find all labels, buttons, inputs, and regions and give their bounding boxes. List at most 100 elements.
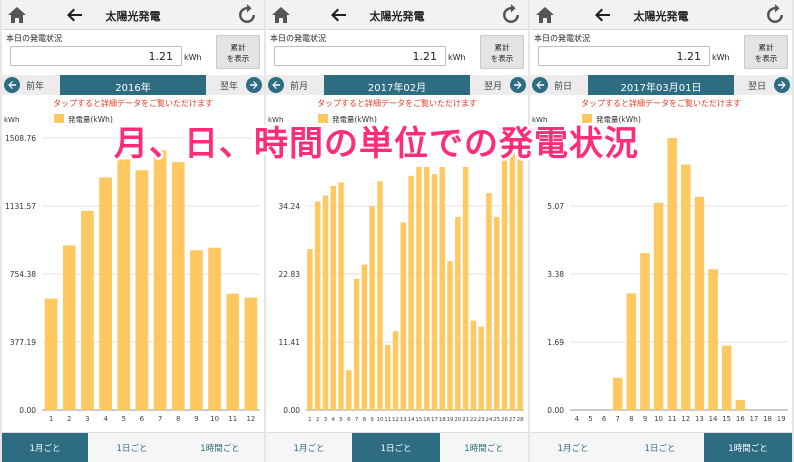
bar[interactable] [44, 298, 58, 410]
bar[interactable] [353, 278, 360, 410]
x-tick-label: 4 [103, 415, 108, 423]
prev-period-link[interactable]: 前年 [26, 79, 44, 92]
x-tick-label: 9 [643, 415, 647, 423]
current-period: 2017年02月 [324, 75, 470, 95]
bar[interactable] [626, 293, 637, 410]
bar[interactable] [385, 345, 391, 410]
bar[interactable] [377, 181, 383, 410]
tab-daily[interactable]: 1日ごと [616, 432, 704, 462]
next-period-link[interactable]: 翌日 [748, 79, 766, 92]
prev-period-link[interactable]: 前日 [554, 79, 572, 92]
tab-hourly[interactable]: 1時間ごと [176, 432, 264, 462]
bar[interactable] [369, 206, 375, 410]
bar[interactable] [99, 177, 112, 410]
y-tick-label: 34.24 [279, 202, 301, 211]
bar[interactable] [81, 210, 94, 410]
bar[interactable] [226, 293, 240, 410]
bar[interactable] [322, 195, 329, 410]
bar[interactable] [400, 222, 407, 410]
bar[interactable] [667, 138, 677, 410]
x-tick-label: 6 [140, 415, 145, 423]
prev-circle-icon[interactable] [268, 77, 284, 93]
x-tick-label: 16 [423, 417, 430, 423]
bar[interactable] [431, 174, 438, 410]
bar[interactable] [62, 245, 76, 410]
legend-label: 発電量(kWh) [68, 115, 113, 124]
cumulative-button[interactable]: 累計 を表示 [480, 35, 524, 69]
cumulative-button-line1: 累計 [494, 43, 510, 52]
next-period-link[interactable]: 翌月 [484, 79, 502, 92]
refresh-icon[interactable] [764, 4, 786, 26]
bar[interactable] [486, 193, 492, 410]
bar[interactable] [517, 141, 523, 410]
tab-hourly[interactable]: 1時間ごと [440, 432, 528, 462]
bar[interactable] [208, 247, 221, 410]
x-tick-label: 12 [392, 417, 399, 423]
bar[interactable] [470, 320, 477, 410]
bar[interactable] [708, 269, 718, 410]
bar[interactable] [455, 216, 461, 410]
bar[interactable] [501, 141, 508, 410]
next-circle-icon[interactable] [510, 77, 526, 93]
bar[interactable] [416, 166, 422, 410]
cumulative-button[interactable]: 累計 を表示 [216, 35, 260, 69]
top-bar: 太陽光発電 [2, 0, 264, 30]
bar[interactable] [509, 141, 516, 410]
bar[interactable] [735, 399, 746, 410]
bar[interactable] [494, 216, 500, 410]
top-bar: 太陽光発電 [266, 0, 528, 30]
bar[interactable] [135, 170, 149, 410]
bar[interactable] [338, 182, 344, 410]
bar[interactable] [653, 202, 664, 410]
tab-hourly[interactable]: 1時間ごと [704, 432, 792, 462]
bar[interactable] [361, 264, 368, 410]
today-unit: kWh [712, 53, 730, 62]
bar[interactable] [190, 250, 203, 410]
x-tick-label: 14 [709, 415, 718, 423]
panel-daily: 太陽光発電 本日の発電状況 1.21 kWh 累計 を表示 前月 2017年02月… [266, 0, 528, 462]
prev-circle-icon[interactable] [4, 77, 20, 93]
x-tick-label: 2 [316, 417, 320, 423]
bar[interactable] [612, 377, 623, 410]
bar[interactable] [171, 162, 185, 410]
bar[interactable] [478, 326, 484, 410]
bar[interactable] [346, 370, 352, 410]
x-tick-label: 13 [695, 415, 704, 423]
bar[interactable] [640, 253, 650, 410]
bar[interactable] [423, 166, 430, 410]
bar[interactable] [408, 175, 414, 410]
bar[interactable] [314, 201, 321, 410]
x-tick-label: 27 [509, 417, 516, 423]
cumulative-button[interactable]: 累計 を表示 [744, 35, 788, 69]
prev-period-link[interactable]: 前月 [290, 79, 308, 92]
bar[interactable] [244, 297, 258, 410]
tab-daily[interactable]: 1日ごと [88, 432, 176, 462]
next-circle-icon[interactable] [774, 77, 790, 93]
refresh-icon[interactable] [500, 4, 522, 26]
bar[interactable] [721, 345, 732, 410]
bar[interactable] [392, 331, 399, 410]
bar[interactable] [330, 185, 336, 410]
today-label: 本日の発電状況 [6, 34, 62, 43]
y-tick-label: 0.00 [547, 406, 564, 415]
bar[interactable] [439, 166, 445, 410]
tab-monthly[interactable]: 1月ごと [266, 432, 352, 462]
x-tick-label: 11 [668, 415, 677, 423]
tab-daily[interactable]: 1日ごと [352, 432, 440, 462]
bar[interactable] [681, 164, 691, 410]
current-period: 2017年03月01日 [588, 75, 734, 95]
bar[interactable] [117, 159, 131, 410]
refresh-icon[interactable] [236, 4, 258, 26]
tab-monthly[interactable]: 1月ごと [530, 432, 616, 462]
bar[interactable] [694, 196, 705, 410]
bar[interactable] [153, 150, 167, 410]
y-tick-label: 11.41 [279, 338, 301, 347]
bar[interactable] [307, 249, 313, 410]
prev-circle-icon[interactable] [532, 77, 548, 93]
tab-monthly[interactable]: 1月ごと [2, 432, 88, 462]
cumulative-button-line2: を表示 [754, 54, 778, 63]
next-period-link[interactable]: 翌年 [220, 79, 238, 92]
bar[interactable] [447, 261, 453, 410]
bar[interactable] [462, 166, 469, 410]
next-circle-icon[interactable] [246, 77, 262, 93]
